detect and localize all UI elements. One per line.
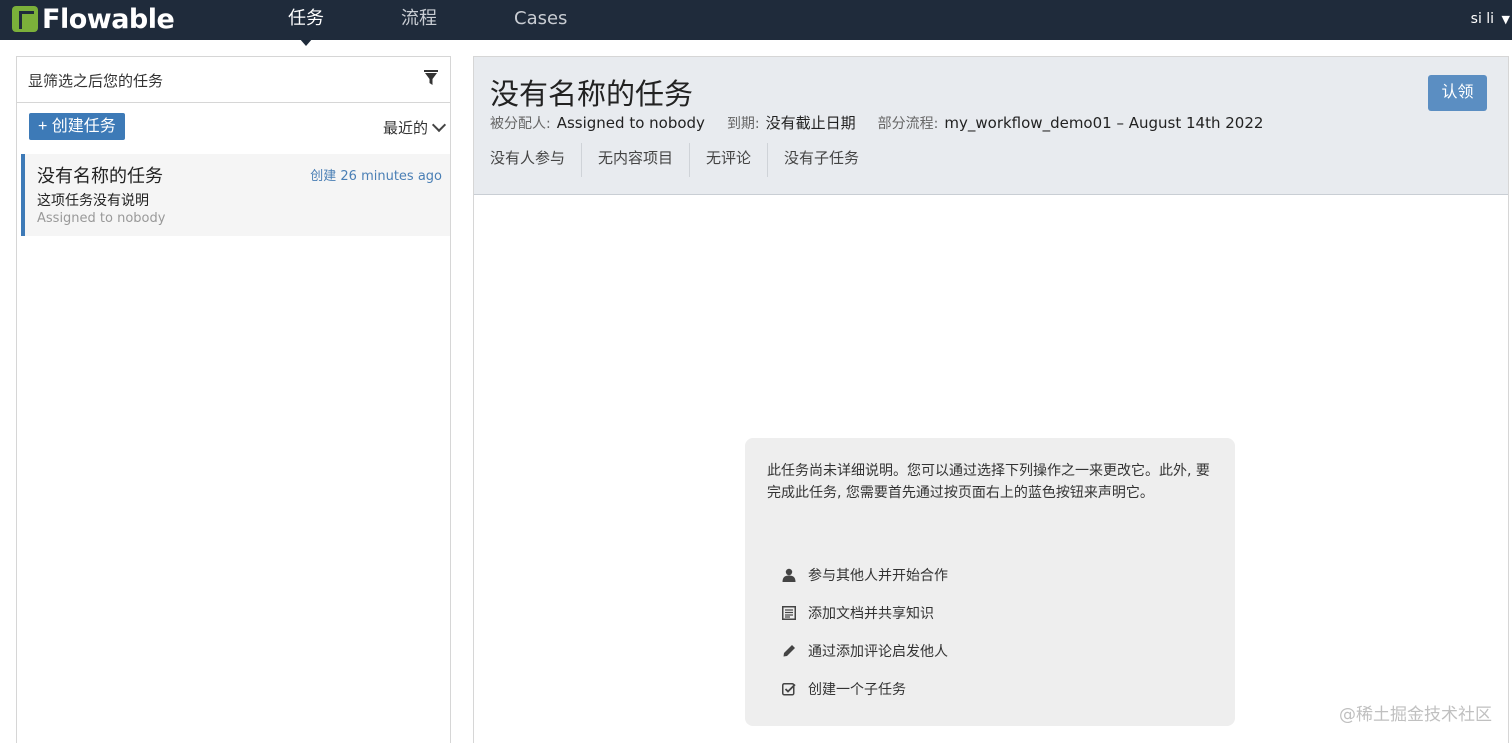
sort-dropdown[interactable]: 最近的 (383, 117, 444, 138)
involve-people-label: 参与其他人并开始合作 (808, 565, 948, 585)
flowable-logo-icon (12, 6, 38, 32)
task-meta: 被分配人: Assigned to nobody 到期: 没有截止日期 部分流程… (490, 112, 1285, 133)
process-label: 部分流程: (878, 113, 939, 133)
chevron-down-icon: ▼ (1502, 13, 1510, 26)
tab-involved[interactable]: 没有人参与 (474, 143, 582, 177)
task-item-assignee: Assigned to nobody (37, 211, 165, 226)
task-detail-panel: 没有名称的任务 认领 被分配人: Assigned to nobody 到期: … (473, 56, 1509, 743)
top-navbar: Flowable 任务 流程 Cases si li ▼ (0, 0, 1512, 40)
chevron-down-icon (432, 118, 446, 132)
user-menu[interactable]: si li ▼ (1471, 0, 1510, 40)
task-list-panel: 显筛选之后您的任务 + 创建任务 最近的 没有名称的任务 创建 26 minut… (16, 56, 451, 743)
tab-subtasks[interactable]: 没有子任务 (768, 143, 875, 177)
tab-content[interactable]: 无内容项目 (582, 143, 690, 177)
filter-icon[interactable] (424, 70, 438, 86)
claim-button[interactable]: 认领 (1428, 75, 1487, 111)
watermark: @稀土掘金技术社区 (1339, 700, 1492, 725)
process-value[interactable]: my_workflow_demo01 – August 14th 2022 (944, 114, 1263, 132)
help-actions: 参与其他人并开始合作 添加文档并共享知识 通过添加评论启发他人 创建一个子任务 (781, 556, 948, 708)
task-list-item[interactable]: 没有名称的任务 创建 26 minutes ago 这项任务没有说明 Assig… (21, 154, 450, 236)
filter-label: 显筛选之后您的任务 (28, 70, 163, 91)
pencil-icon (781, 643, 797, 659)
brand-name: Flowable (42, 4, 174, 35)
user-name: si li (1471, 11, 1494, 27)
check-square-icon (781, 681, 797, 697)
create-subtask-label: 创建一个子任务 (808, 679, 906, 699)
due-label: 到期: (727, 113, 760, 133)
task-title: 没有名称的任务 (490, 71, 693, 113)
add-document-label: 添加文档并共享知识 (808, 603, 934, 623)
assignee-value[interactable]: Assigned to nobody (557, 114, 705, 132)
nav-tasks[interactable]: 任务 (288, 0, 324, 40)
task-tabs: 没有人参与 无内容项目 无评论 没有子任务 (474, 143, 875, 179)
create-subtask-action[interactable]: 创建一个子任务 (781, 670, 948, 708)
add-comment-label: 通过添加评论启发他人 (808, 641, 948, 661)
assignee-label: 被分配人: (490, 113, 551, 133)
help-text: 此任务尚未详细说明。您可以通过选择下列操作之一来更改它。此外, 要完成此任务, … (767, 460, 1213, 504)
create-task-button[interactable]: + 创建任务 (29, 113, 125, 140)
add-document-action[interactable]: 添加文档并共享知识 (781, 594, 948, 632)
filter-bar[interactable]: 显筛选之后您的任务 (17, 57, 450, 103)
nav-processes[interactable]: 流程 (401, 0, 437, 40)
document-icon (781, 605, 797, 621)
tab-comments[interactable]: 无评论 (690, 143, 768, 177)
task-detail-header: 没有名称的任务 认领 被分配人: Assigned to nobody 到期: … (474, 57, 1508, 195)
person-icon (781, 567, 797, 583)
task-help-box: 此任务尚未详细说明。您可以通过选择下列操作之一来更改它。此外, 要完成此任务, … (745, 438, 1235, 726)
involve-people-action[interactable]: 参与其他人并开始合作 (781, 556, 948, 594)
task-item-title: 没有名称的任务 (37, 162, 163, 188)
flowable-logo[interactable]: Flowable (12, 4, 174, 34)
nav-cases[interactable]: Cases (514, 0, 567, 40)
active-nav-indicator (299, 38, 313, 46)
sort-label: 最近的 (383, 117, 428, 138)
add-comment-action[interactable]: 通过添加评论启发他人 (781, 632, 948, 670)
due-value[interactable]: 没有截止日期 (766, 112, 856, 133)
task-item-created: 创建 26 minutes ago (310, 165, 442, 184)
task-item-description: 这项任务没有说明 (37, 190, 149, 210)
